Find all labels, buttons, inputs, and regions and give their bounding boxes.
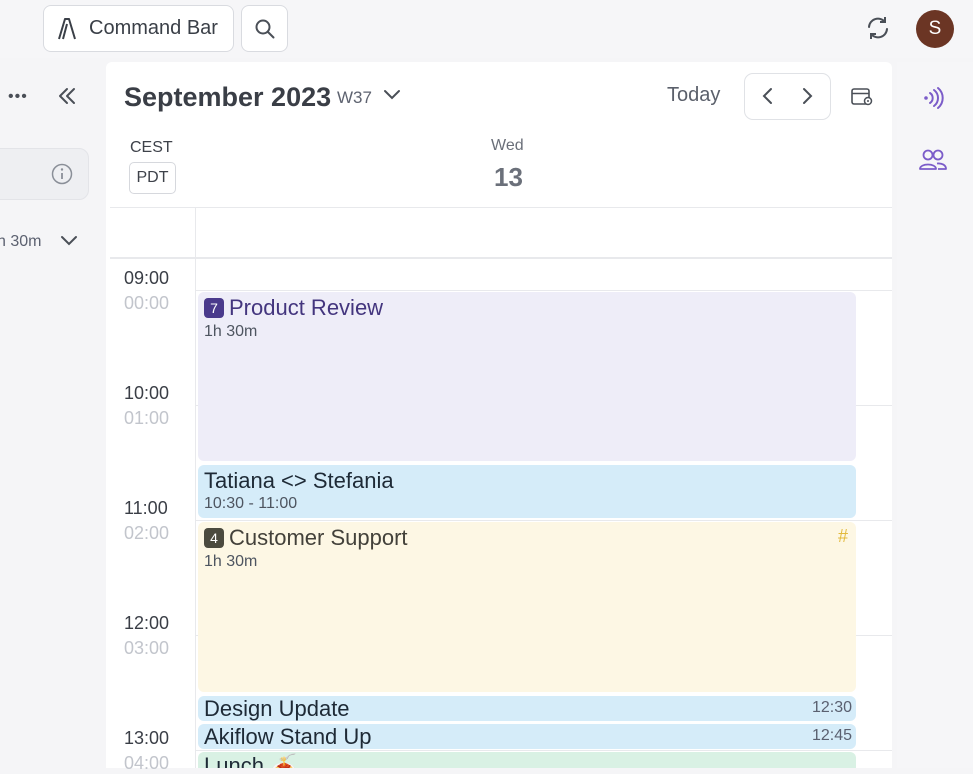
divider [195,207,196,768]
event-title-text: Product Review [229,295,384,320]
day-number[interactable]: 13 [494,162,523,193]
divider [110,207,892,208]
time-label-secondary: 00:00 [124,293,170,313]
command-bar-button[interactable]: Command Bar [43,5,234,52]
time-label: 09:00 [124,268,170,288]
time-label: 10:00 [124,383,170,403]
event-title: Lunch 🍝 [204,753,298,768]
event-title-text: Customer Support [229,525,408,550]
day-name: Wed [491,137,524,154]
event-title: Design Update [204,696,350,721]
akiflow-logo-icon [58,17,76,39]
search-icon [255,19,274,38]
chevron-down-icon[interactable] [382,87,402,103]
event-product-review[interactable]: 7 Product Review 1h 30m [198,292,856,461]
today-button[interactable]: Today [667,84,720,107]
duration-summary: h 30m [0,233,42,250]
event-time-range: 10:30 - 11:00 [204,495,298,512]
event-lunch[interactable]: Lunch 🍝 [198,752,856,768]
avatar[interactable]: S [916,10,954,48]
people-icon[interactable] [918,148,948,172]
more-icon[interactable]: ••• [8,88,28,106]
event-duration: 1h 30m [204,553,258,570]
command-bar-label: Command Bar [89,17,218,39]
week-label[interactable]: W37 [337,88,372,108]
hashtag-icon: # [837,526,848,546]
time-label-secondary: 01:00 [124,408,170,428]
timezone-secondary[interactable]: PDT [129,162,176,194]
event-title: Tatiana <> Stefania [204,468,394,493]
event-akiflow-stand-up[interactable]: Akiflow Stand Up 12:45 [198,724,856,749]
time-label-secondary: 02:00 [124,523,170,543]
info-icon[interactable] [51,163,73,185]
event-time: 12:30 [811,699,852,716]
time-label: 13:00 [124,728,170,748]
chevron-left-icon[interactable] [758,84,778,108]
event-time: 12:45 [811,727,852,744]
broadcast-icon[interactable] [920,86,946,110]
hour-line [195,520,892,521]
event-title: Akiflow Stand Up [204,724,372,749]
event-duration: 1h 30m [204,323,258,340]
info-card[interactable] [0,148,89,200]
timezone-primary: CEST [130,139,173,156]
hour-line [195,290,892,291]
event-count-badge: 4 [204,528,224,548]
chevron-down-icon[interactable] [60,234,78,248]
event-design-update[interactable]: Design Update 12:30 [198,696,856,721]
calendar-settings-icon[interactable] [850,86,874,108]
event-title: 7 Product Review [204,295,383,321]
event-title: 4 Customer Support [204,525,408,551]
event-count-badge: 7 [204,298,224,318]
event-customer-support[interactable]: 4 Customer Support 1h 30m # [198,522,856,692]
page-title: September 2023 [124,82,332,112]
time-label: 11:00 [124,498,168,518]
event-tatiana-stefania[interactable]: Tatiana <> Stefania 10:30 - 11:00 [198,465,856,518]
time-label-secondary: 04:00 [124,753,170,773]
collapse-left-icon[interactable] [55,84,79,108]
sync-icon[interactable] [865,15,891,41]
time-label-secondary: 03:00 [124,638,170,658]
time-label: 12:00 [124,613,170,633]
search-button[interactable] [241,5,288,52]
chevron-right-icon[interactable] [797,84,817,108]
hour-line [195,750,892,751]
divider [110,257,892,259]
